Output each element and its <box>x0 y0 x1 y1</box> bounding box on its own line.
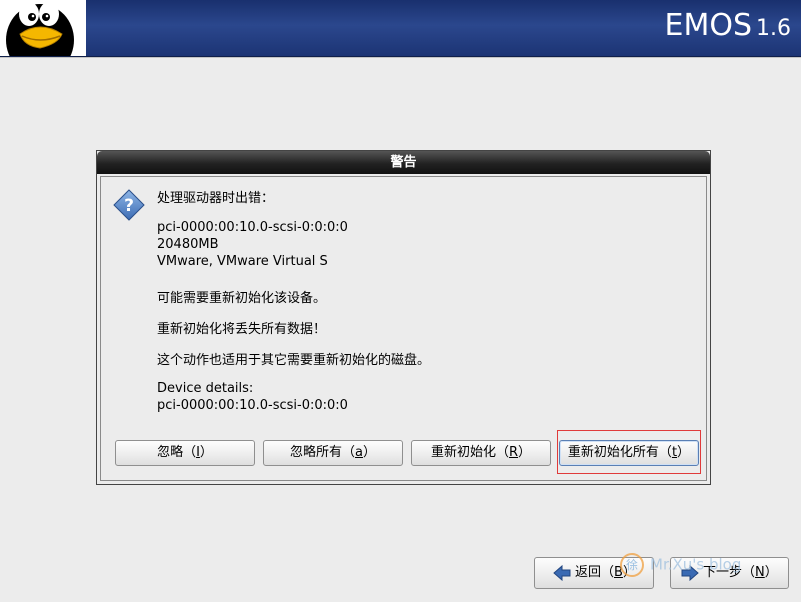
back-arrow-icon <box>553 565 571 581</box>
message-line: 可能需要重新初始化该设备。 <box>157 291 327 306</box>
ignore-label: 忽略（ <box>157 445 197 460</box>
reinitialize-mnemonic: R <box>508 445 519 460</box>
back-label: 返回（ <box>575 565 615 580</box>
ignore-all-mnemonic: a <box>355 445 363 460</box>
message-line: 20480MB <box>157 237 219 252</box>
next-label: 下一步（ <box>703 565 756 580</box>
dialog-body: ? 处理驱动器时出错： pci-0000:00:10.0-scsi-0:0:0:… <box>100 176 707 481</box>
brand-name: EMOS <box>664 8 753 43</box>
next-mnemonic: N <box>755 565 765 580</box>
next-button[interactable]: 下一步（N） <box>670 557 789 589</box>
message-line: VMware, VMware Virtual S <box>157 254 328 269</box>
penguin-logo-icon <box>0 0 86 56</box>
ignore-button[interactable]: 忽略（I） <box>115 440 255 466</box>
back-mnemonic: B <box>614 565 623 580</box>
reinitialize-all-tail: ） <box>677 445 691 460</box>
message-line: Device details: <box>157 381 254 396</box>
reinitialize-all-button[interactable]: 重新初始化所有（t） <box>559 440 699 466</box>
ignore-all-tail: ） <box>362 445 376 460</box>
svg-text:?: ? <box>124 196 134 216</box>
banner-divider <box>0 57 801 58</box>
brand-version: 1.6 <box>756 16 791 41</box>
ignore-tail: ） <box>199 445 213 460</box>
next-arrow-icon <box>681 565 699 581</box>
reinitialize-label: 重新初始化（ <box>430 445 509 460</box>
reinitialize-tail: ） <box>518 445 532 460</box>
message-line: pci-0000:00:10.0-scsi-0:0:0:0 <box>157 398 348 413</box>
ignore-all-label: 忽略所有（ <box>290 445 356 460</box>
reinitialize-button[interactable]: 重新初始化（R） <box>411 440 551 466</box>
message-line: pci-0000:00:10.0-scsi-0:0:0:0 <box>157 220 348 235</box>
message-line: 这个动作也适用于其它需要重新初始化的磁盘。 <box>157 353 431 368</box>
warning-dialog: 警告 ? 处理驱动器时出错： pci-0000:00:10.0-scsi-0:0… <box>96 150 711 485</box>
back-tail: ） <box>622 565 636 580</box>
top-banner: EMOS 1.6 <box>0 0 801 57</box>
message-line: 处理驱动器时出错： <box>157 191 275 206</box>
reinitialize-all-label: 重新初始化所有（ <box>567 445 672 460</box>
question-icon: ? <box>113 189 145 221</box>
ignore-all-button[interactable]: 忽略所有（a） <box>263 440 403 466</box>
back-button[interactable]: 返回（B） <box>534 557 654 589</box>
brand-title: EMOS 1.6 <box>665 8 792 43</box>
dialog-title: 警告 <box>97 151 710 174</box>
next-tail: ） <box>764 565 778 580</box>
message-line: 重新初始化将丢失所有数据！ <box>157 322 327 337</box>
